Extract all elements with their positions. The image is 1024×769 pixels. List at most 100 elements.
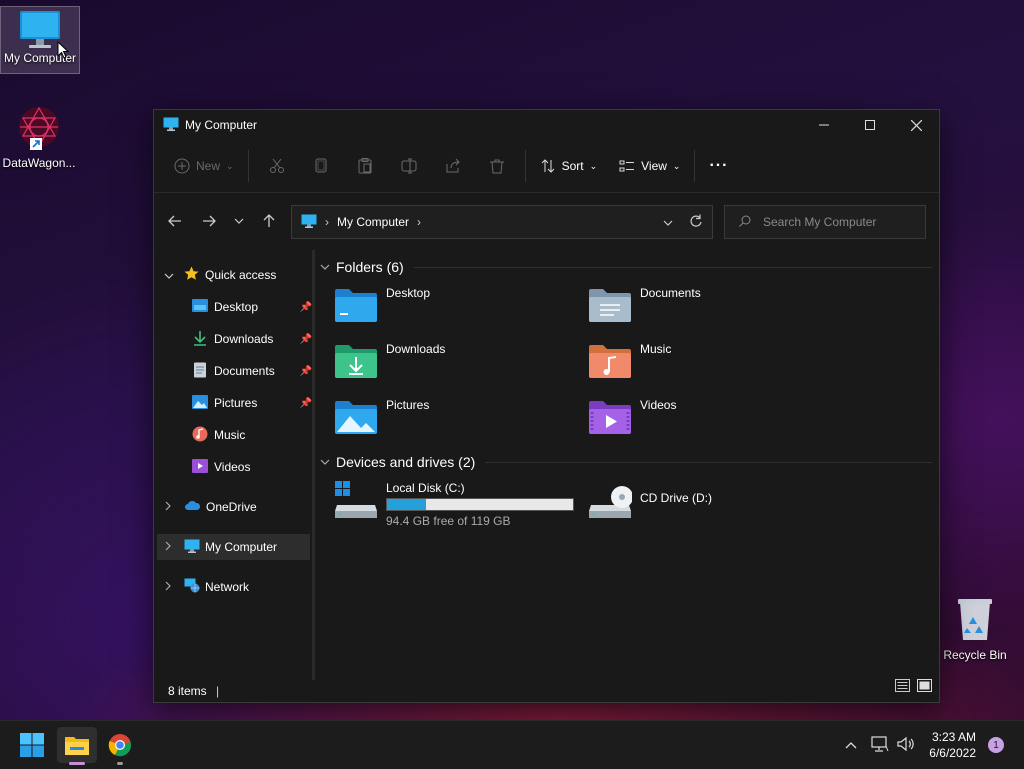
pin-icon: 📌 bbox=[299, 301, 312, 313]
breadcrumb-my-computer[interactable]: My Computer bbox=[337, 215, 409, 229]
share-icon bbox=[446, 158, 460, 173]
notification-badge[interactable]: 1 bbox=[988, 737, 1004, 753]
nav-item-music[interactable]: Music bbox=[154, 422, 312, 448]
windows-logo-icon bbox=[20, 733, 44, 757]
paste-button[interactable] bbox=[343, 150, 387, 182]
folder-tile-videos[interactable]: Videos bbox=[588, 398, 676, 435]
group-title: Devices and drives (2) bbox=[336, 454, 476, 470]
nav-item-downloads[interactable]: Downloads 📌 bbox=[154, 326, 312, 352]
divider bbox=[694, 150, 696, 182]
network-status-button[interactable] bbox=[871, 735, 889, 755]
nav-my-computer[interactable]: My Computer bbox=[157, 534, 310, 560]
nav-item-videos[interactable]: Videos bbox=[154, 454, 312, 480]
pictures-folder-icon bbox=[335, 401, 377, 434]
search-input[interactable]: Search My Computer bbox=[763, 215, 876, 229]
search-box[interactable]: Search My Computer bbox=[724, 205, 926, 239]
nav-network[interactable]: Network bbox=[154, 574, 312, 600]
address-bar[interactable]: › My Computer › bbox=[291, 205, 713, 239]
taskbar-file-explorer[interactable] bbox=[57, 727, 97, 765]
title-bar[interactable]: My Computer bbox=[154, 110, 939, 140]
divider bbox=[485, 461, 932, 463]
new-button[interactable]: New ⌄ bbox=[166, 150, 242, 182]
drives-group-header[interactable]: Devices and drives (2) bbox=[320, 454, 932, 470]
speaker-icon bbox=[897, 736, 914, 751]
drive-free-text: 94.4 GB free of 119 GB bbox=[386, 514, 511, 528]
minimize-button[interactable] bbox=[801, 110, 847, 140]
folder-tile-pictures[interactable]: Pictures bbox=[334, 398, 429, 435]
chrome-icon bbox=[108, 734, 131, 757]
folder-tile-documents[interactable]: Documents bbox=[588, 286, 701, 323]
view-list-icon bbox=[619, 160, 635, 172]
cut-button[interactable] bbox=[255, 150, 299, 182]
drive-info: Local Disk (C:) 94.4 GB free of 119 GB bbox=[386, 481, 574, 528]
video-icon bbox=[192, 458, 208, 476]
delete-button[interactable] bbox=[475, 150, 519, 182]
chevron-up-icon bbox=[845, 742, 857, 749]
sort-button[interactable]: Sort ⌄ bbox=[532, 150, 606, 182]
sort-icon bbox=[541, 159, 554, 173]
network-icon bbox=[184, 578, 200, 596]
chevron-right-icon bbox=[165, 500, 180, 514]
folder-tile-desktop[interactable]: Desktop bbox=[334, 286, 431, 323]
drive-tile-local-disk[interactable]: Local Disk (C:) 94.4 GB free of 119 GB bbox=[334, 481, 574, 528]
up-button[interactable] bbox=[252, 206, 286, 236]
taskbar-chrome[interactable] bbox=[100, 727, 140, 765]
folder-label: Music bbox=[640, 342, 672, 356]
window-title: My Computer bbox=[185, 118, 258, 132]
nav-onedrive[interactable]: OneDrive bbox=[154, 494, 312, 520]
rename-button[interactable] bbox=[387, 150, 431, 182]
close-button[interactable] bbox=[893, 110, 939, 140]
desktop-folder-icon bbox=[335, 289, 377, 322]
nav-item-desktop[interactable]: Desktop 📌 bbox=[154, 294, 312, 320]
content-pane: Folders (6) Desktop Documents Downloads … bbox=[320, 255, 932, 675]
clock[interactable]: 3:23 AM 6/6/2022 bbox=[929, 729, 976, 761]
documents-folder-icon bbox=[589, 289, 631, 322]
share-button[interactable] bbox=[431, 150, 475, 182]
desktop-icon-my-computer[interactable]: My Computer bbox=[0, 6, 80, 74]
back-button[interactable] bbox=[158, 206, 192, 236]
chevron-down-icon: ⌄ bbox=[226, 160, 234, 171]
view-button[interactable]: View ⌄ bbox=[611, 150, 688, 182]
arrow-up-icon bbox=[263, 214, 275, 227]
nav-item-pictures[interactable]: Pictures 📌 bbox=[154, 390, 312, 416]
drive-tile-cd[interactable]: CD Drive (D:) bbox=[588, 481, 712, 519]
status-bar: 8 items | bbox=[168, 684, 219, 698]
nav-quick-access[interactable]: Quick access bbox=[154, 262, 312, 288]
nav-label: Documents bbox=[214, 364, 275, 378]
folder-tile-downloads[interactable]: Downloads bbox=[334, 342, 446, 379]
new-label: New bbox=[196, 159, 221, 173]
details-view-button[interactable] bbox=[895, 679, 910, 697]
recent-locations-button[interactable] bbox=[226, 206, 252, 236]
breadcrumb-separator-icon[interactable]: › bbox=[417, 215, 421, 229]
refresh-button[interactable] bbox=[689, 214, 702, 230]
copy-button[interactable] bbox=[299, 150, 343, 182]
command-bar: New ⌄ Sort ⌄ View ⌄ ··· bbox=[154, 140, 939, 193]
clock-date: 6/6/2022 bbox=[929, 746, 976, 760]
clock-time: 3:23 AM bbox=[931, 730, 976, 744]
forward-button[interactable] bbox=[192, 206, 226, 236]
folders-group-header[interactable]: Folders (6) bbox=[320, 259, 932, 275]
recycle-bin-icon bbox=[952, 596, 998, 644]
more-options-button[interactable]: ··· bbox=[701, 150, 736, 182]
pane-splitter[interactable] bbox=[312, 250, 315, 680]
maximize-button[interactable] bbox=[847, 110, 893, 140]
nav-label: Videos bbox=[214, 460, 251, 474]
start-button[interactable] bbox=[12, 727, 52, 763]
mouse-cursor-icon bbox=[57, 41, 69, 59]
nav-label: Downloads bbox=[214, 332, 274, 346]
tiles-view-button[interactable] bbox=[917, 679, 932, 697]
desktop-icon-recycle-bin[interactable]: Recycle Bin bbox=[936, 596, 1014, 662]
drive-usage-fill bbox=[387, 499, 426, 510]
address-dropdown-button[interactable] bbox=[663, 215, 673, 229]
folder-tile-music[interactable]: Music bbox=[588, 342, 672, 379]
folder-label: Downloads bbox=[386, 342, 446, 356]
show-hidden-icons-button[interactable] bbox=[845, 738, 857, 752]
nav-item-documents[interactable]: Documents 📌 bbox=[154, 358, 312, 384]
videos-folder-icon bbox=[589, 401, 631, 434]
folder-label: Desktop bbox=[386, 286, 431, 300]
monitor-icon bbox=[163, 117, 179, 134]
desktop-folder-icon bbox=[192, 299, 208, 315]
navigation-pane: Quick access Desktop 📌 Downloads 📌 Docum… bbox=[154, 255, 312, 675]
desktop-icon-datawagon[interactable]: DataWagon... bbox=[0, 104, 78, 170]
volume-button[interactable] bbox=[897, 736, 915, 755]
